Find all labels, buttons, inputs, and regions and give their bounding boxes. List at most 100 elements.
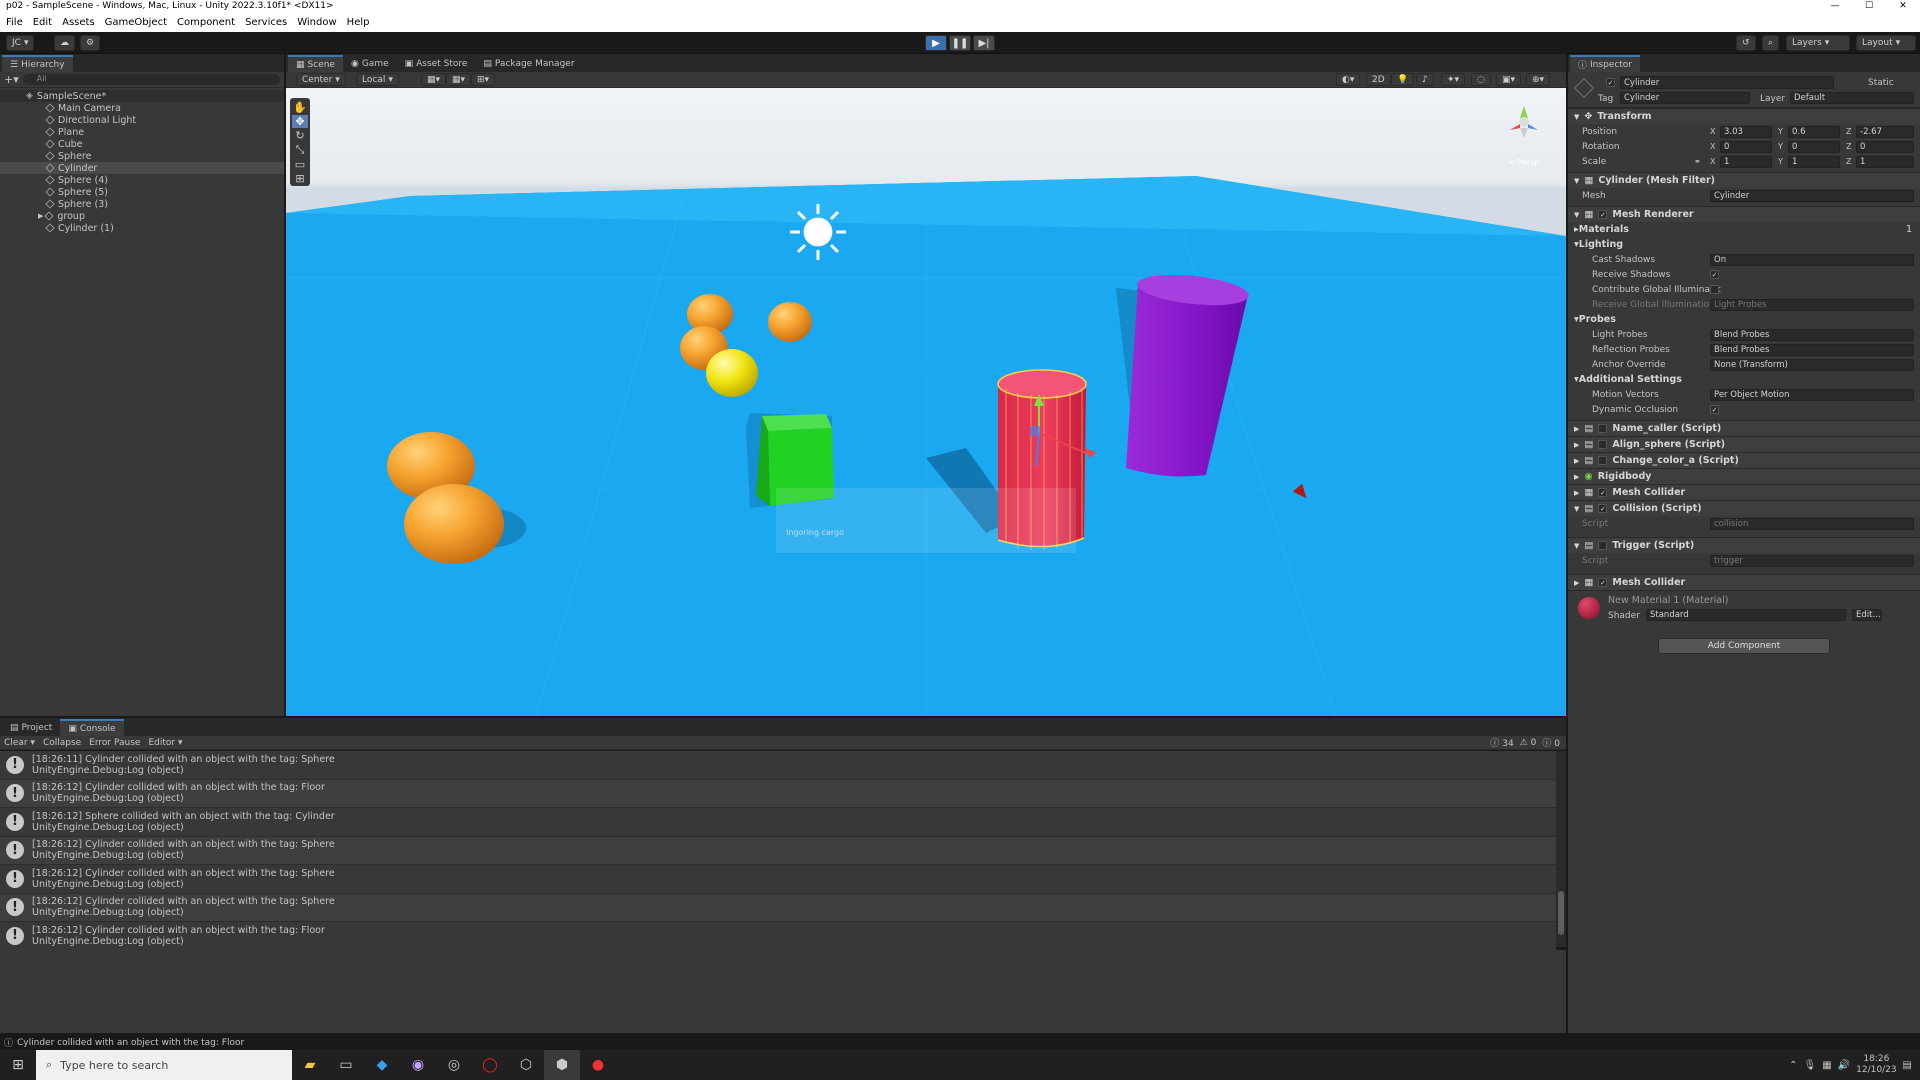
chevron-down-icon[interactable]: ▼ xyxy=(1574,113,1579,121)
position-y-field[interactable]: 0.6 xyxy=(1788,125,1840,138)
shading-mode-icon[interactable]: ◐▾ xyxy=(1336,73,1361,86)
menu-services[interactable]: Services xyxy=(245,17,287,28)
contribute-gi-checkbox[interactable] xyxy=(1710,285,1719,294)
probes-section[interactable]: ▾ Probes xyxy=(1568,312,1920,327)
menu-gameobject[interactable]: GameObject xyxy=(105,17,167,28)
rotate-tool-icon[interactable]: ↻ xyxy=(295,129,304,142)
windows-start-icon[interactable]: ⊞ xyxy=(0,1050,36,1080)
error-pause-button[interactable]: Error Pause xyxy=(89,738,140,748)
vscode-icon[interactable]: ◆ xyxy=(364,1050,400,1080)
tab-project[interactable]: ▤ Project xyxy=(2,719,60,736)
position-x-field[interactable]: 3.03 xyxy=(1720,125,1772,138)
collision-script-header[interactable]: ▼ ▤ ✓ Collision (Script) xyxy=(1568,500,1920,516)
layout-dropdown[interactable]: Layout ▾ xyxy=(1856,35,1916,51)
scene-view[interactable]: Ingoring cargo < Persp ✋ ✥ ↻ ⤡ ▭ ⊞ xyxy=(286,88,1566,716)
position-z-field[interactable]: -2.67 xyxy=(1856,125,1914,138)
warn-count-toggle[interactable]: ⚠ 0 xyxy=(1520,738,1537,748)
shader-edit-button[interactable]: Edit... xyxy=(1852,609,1882,621)
chevron-right-icon[interactable]: ▶ xyxy=(1574,473,1579,481)
volume-icon[interactable]: 🔊 xyxy=(1838,1060,1850,1071)
console-entry[interactable]: ! [18:26:12] Cylinder collided with an ob… xyxy=(0,779,1556,808)
hierarchy-item-sphere-3[interactable]: Sphere (3) xyxy=(0,198,284,210)
microphone-icon[interactable]: 🎙 xyxy=(1804,1060,1817,1071)
mesh-field[interactable]: Cylinder xyxy=(1710,189,1914,202)
scale-z-field[interactable]: 1 xyxy=(1856,155,1914,168)
chrome-icon[interactable]: ◉ xyxy=(400,1050,436,1080)
component-checkbox[interactable] xyxy=(1598,440,1608,449)
cast-shadows-dropdown[interactable]: On xyxy=(1710,253,1914,266)
space-local-dropdown[interactable]: Local ▾ xyxy=(356,73,399,86)
console-scrollbar[interactable] xyxy=(1556,751,1566,947)
scene-root-item[interactable]: ◈ SampleScene* xyxy=(0,90,284,102)
hierarchy-item-directional-light[interactable]: Directional Light xyxy=(0,114,284,126)
mesh-renderer-header[interactable]: ▼ ▦ ✓ Mesh Renderer xyxy=(1568,206,1920,222)
lighting-section[interactable]: ▾ Lighting xyxy=(1568,237,1920,252)
scale-tool-icon[interactable]: ⤡ xyxy=(296,143,305,157)
component-checkbox[interactable] xyxy=(1598,456,1608,465)
component-checkbox[interactable] xyxy=(1598,541,1608,550)
scale-x-field[interactable]: 1 xyxy=(1720,155,1772,168)
tab-scene[interactable]: ▦ Scene xyxy=(288,55,343,72)
hierarchy-item-cylinder-1[interactable]: Cylinder (1) xyxy=(0,222,284,234)
maximize-button[interactable]: ☐ xyxy=(1852,0,1886,12)
sphere-orange-left-bottom[interactable] xyxy=(404,484,504,564)
rigidbody-header[interactable]: ▶ ◉ Rigidbody xyxy=(1568,468,1920,484)
cube-top[interactable] xyxy=(762,414,832,431)
change-color-header[interactable]: ▶ ▤ Change_color_a (Script) xyxy=(1568,452,1920,468)
rotation-z-field[interactable]: 0 xyxy=(1856,140,1914,153)
pause-button[interactable]: ❚❚ xyxy=(949,35,971,51)
console-entry[interactable]: ! [18:26:12] Cylinder collided with an ob… xyxy=(0,922,1556,951)
notifications-icon[interactable]: ▤ xyxy=(1903,1060,1912,1071)
align-sphere-header[interactable]: ▶ ▤ Align_sphere (Script) xyxy=(1568,436,1920,452)
directional-light-gizmo[interactable] xyxy=(790,204,846,260)
console-scrollbar-thumb[interactable] xyxy=(1558,891,1564,935)
transform-header[interactable]: ▼ ✥ Transform xyxy=(1568,108,1920,124)
close-button[interactable]: ✕ xyxy=(1886,0,1920,12)
collapse-button[interactable]: Collapse xyxy=(43,738,81,748)
chevron-right-icon[interactable]: ▶ xyxy=(1574,457,1579,465)
red-cylinder-top[interactable] xyxy=(997,369,1087,399)
console-entry[interactable]: ! [18:26:12] Cylinder collided with an ob… xyxy=(0,836,1556,865)
rotation-x-field[interactable]: 0 xyxy=(1720,140,1772,153)
chevron-right-icon[interactable]: ▶ xyxy=(1574,579,1579,587)
link-icon[interactable]: ⚭ xyxy=(1694,157,1701,166)
console-entry[interactable]: ! [18:26:12] Cylinder collided with an ob… xyxy=(0,893,1556,922)
recorder-icon[interactable]: ● xyxy=(580,1050,616,1080)
add-icon[interactable]: +▾ xyxy=(4,73,19,86)
menu-help[interactable]: Help xyxy=(347,17,370,28)
hierarchy-item-group[interactable]: ▶ group xyxy=(0,210,284,222)
layers-dropdown[interactable]: Layers ▾ xyxy=(1786,35,1850,51)
console-entry[interactable]: ! [18:26:12] Cylinder collided with an ob… xyxy=(0,865,1556,894)
file-explorer-icon[interactable]: ▰ xyxy=(292,1050,328,1080)
account-button[interactable]: JC ▾ xyxy=(6,35,35,51)
mesh-collider-2-header[interactable]: ▶ ▦ ✓ Mesh Collider xyxy=(1568,574,1920,590)
layer-dropdown[interactable]: Default xyxy=(1790,92,1914,104)
tab-package-manager[interactable]: ▤ Package Manager xyxy=(475,55,582,72)
cloud-icon[interactable]: ☁ xyxy=(54,35,75,51)
gizmos-icon[interactable]: ⊕▾ xyxy=(1526,73,1551,86)
tab-hierarchy[interactable]: ☰ Hierarchy xyxy=(2,55,73,72)
static-toggle[interactable]: Static xyxy=(1868,78,1894,88)
receive-shadows-checkbox[interactable]: ✓ xyxy=(1710,270,1719,279)
sphere-orange-small-2[interactable] xyxy=(768,302,812,342)
motion-vectors-dropdown[interactable]: Per Object Motion xyxy=(1710,388,1914,401)
anchor-override-field[interactable]: None (Transform) xyxy=(1710,358,1914,371)
search-icon[interactable]: ⌕ xyxy=(1762,35,1780,51)
play-button[interactable]: ▶ xyxy=(925,35,947,51)
mesh-renderer-checkbox[interactable]: ✓ xyxy=(1598,210,1608,219)
rect-tool-icon[interactable]: ▭ xyxy=(295,158,305,171)
clear-button[interactable]: Clear ▾ xyxy=(4,738,35,748)
grid-snap-icon[interactable]: ▦▾ xyxy=(421,73,447,86)
effects-toggle-icon[interactable]: ✦▾ xyxy=(1441,73,1466,86)
undo-history-icon[interactable]: ↺ xyxy=(1736,35,1756,51)
hand-tool-icon[interactable]: ✋ xyxy=(293,101,307,114)
tab-game[interactable]: ◉ Game xyxy=(343,55,397,72)
scene-render[interactable] xyxy=(286,88,1566,716)
dynamic-occlusion-checkbox[interactable]: ✓ xyxy=(1710,405,1719,414)
taskbar-search-input[interactable]: ⌕ Type here to search xyxy=(36,1050,292,1080)
pivot-center-dropdown[interactable]: Center ▾ xyxy=(296,73,346,86)
tab-console[interactable]: ▣ Console xyxy=(60,719,124,736)
hierarchy-item-main-camera[interactable]: Main Camera xyxy=(0,102,284,114)
scale-y-field[interactable]: 1 xyxy=(1788,155,1840,168)
snap-increment-icon[interactable]: ⊞▾ xyxy=(471,73,496,86)
